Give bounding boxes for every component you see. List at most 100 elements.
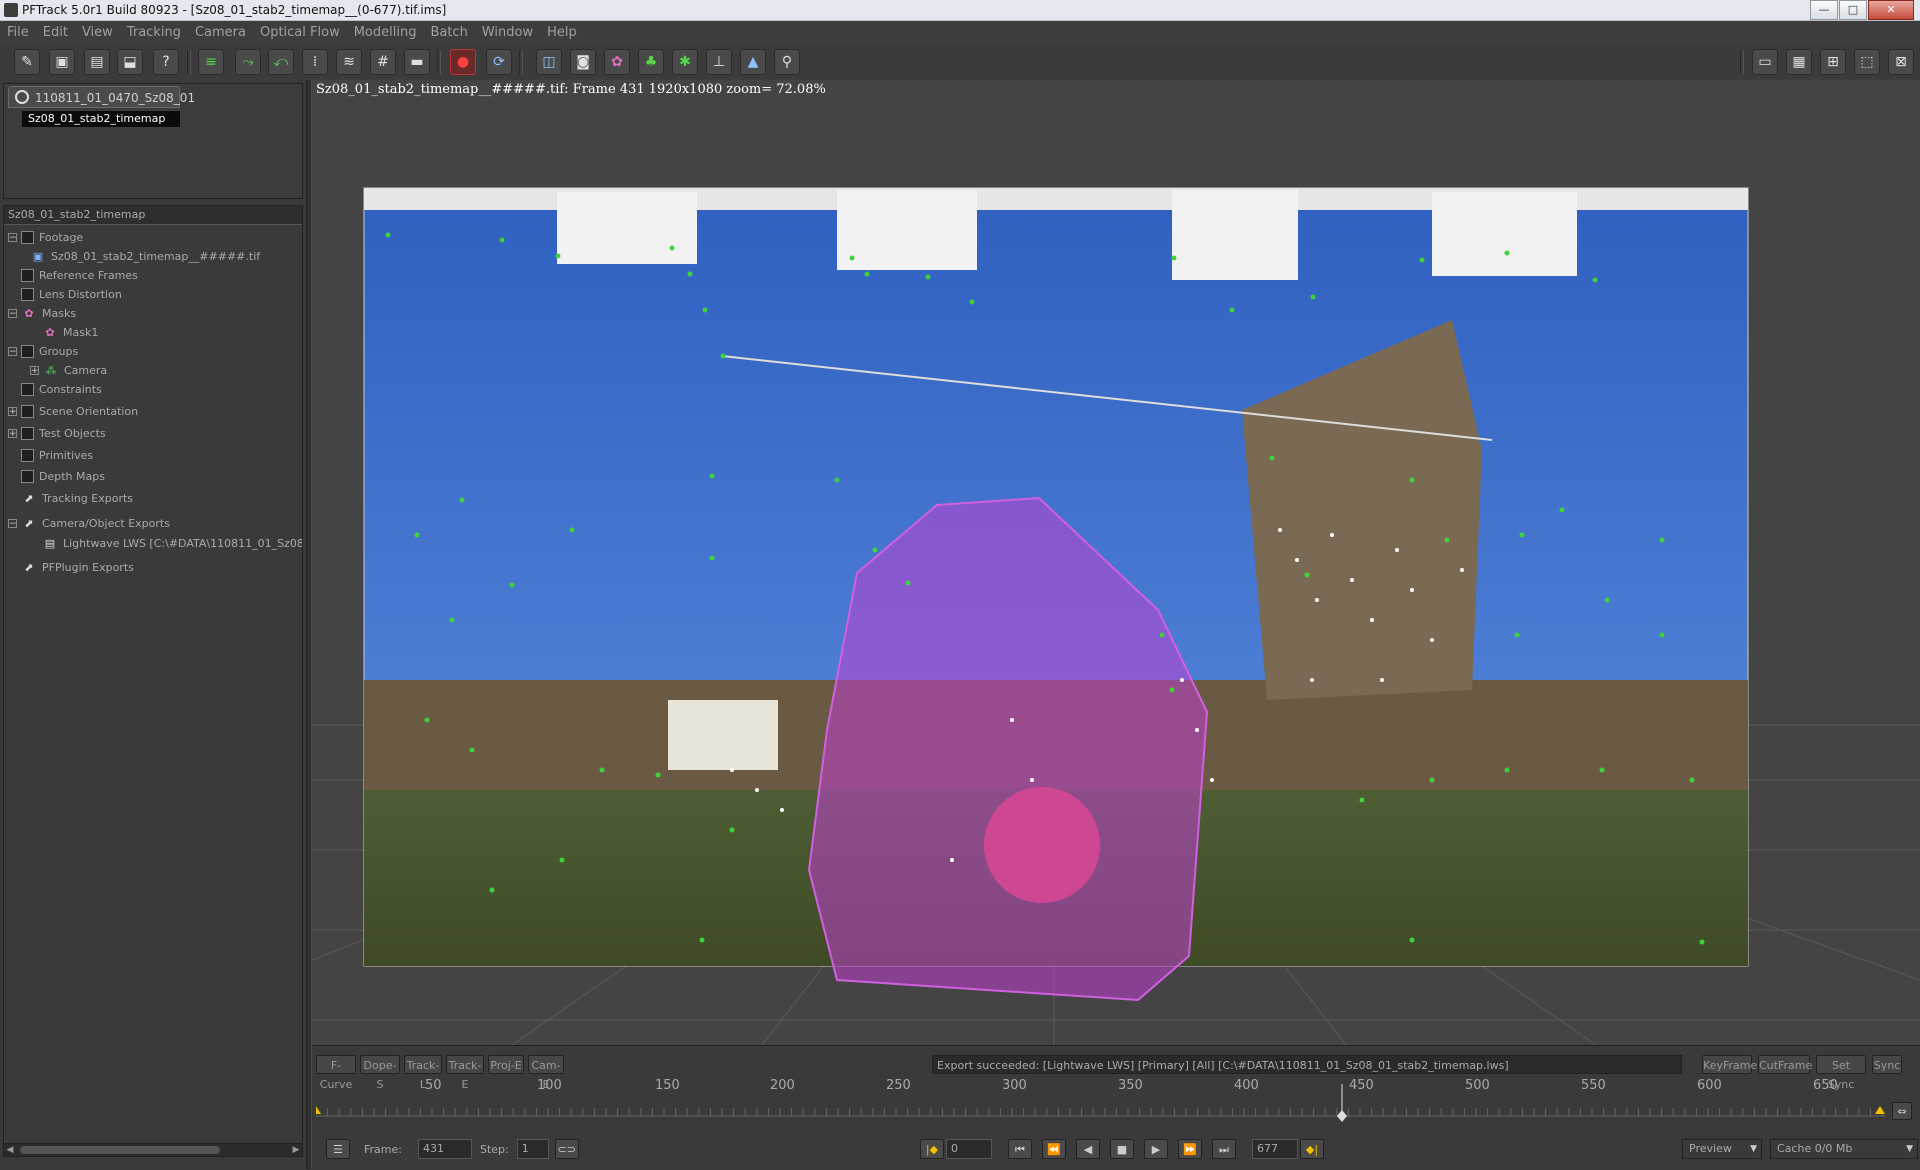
- step-field[interactable]: 1: [516, 1139, 549, 1159]
- link-icon[interactable]: ⊂⊃: [554, 1139, 579, 1159]
- tree-item-test-objects[interactable]: + Test Objects: [8, 424, 106, 442]
- track-fwd-icon[interactable]: ⤳: [235, 49, 261, 75]
- mesh-icon[interactable]: ✱: [672, 49, 698, 75]
- tab-dope-sheet[interactable]: Dope-S: [360, 1055, 400, 1091]
- close-button[interactable]: ✕: [1868, 0, 1914, 20]
- list-icon[interactable]: ☰: [326, 1139, 350, 1159]
- geometry-icon[interactable]: ▲: [740, 49, 766, 75]
- frame-field[interactable]: 431: [417, 1139, 472, 1159]
- set-in-icon[interactable]: |◆: [920, 1139, 944, 1159]
- collapse-icon[interactable]: −: [8, 308, 17, 318]
- expand-icon[interactable]: +: [8, 428, 17, 438]
- scroll-right-icon[interactable]: ▶: [290, 1144, 302, 1156]
- scroll-thumb[interactable]: [20, 1146, 220, 1154]
- maximize-button[interactable]: □: [1839, 0, 1867, 20]
- step-back-icon[interactable]: ⏪: [1042, 1139, 1066, 1159]
- menu-view[interactable]: View: [75, 25, 120, 40]
- expand-icon[interactable]: +: [30, 365, 39, 375]
- menu-edit[interactable]: Edit: [36, 25, 75, 40]
- tree-item-lightwave-export[interactable]: ▤ Lightwave LWS [C:\#DATA\110811_01_Sz08…: [42, 534, 302, 552]
- tree-item-footage[interactable]: − Footage: [8, 228, 83, 246]
- collapse-icon[interactable]: −: [8, 346, 17, 356]
- film-icon[interactable]: ▤: [84, 49, 110, 75]
- fit-icon[interactable]: ⊠: [1888, 49, 1914, 75]
- expand-icon[interactable]: +: [8, 406, 17, 416]
- in-field[interactable]: 0: [946, 1139, 992, 1159]
- tree-item-sequence[interactable]: ▣ Sz08_01_stab2_timemap__#####.tif: [30, 247, 260, 265]
- tree-item-masks[interactable]: − ✿ Masks: [8, 304, 76, 322]
- viewport[interactable]: Sz08_01_stab2_timemap__#####.tif: Frame …: [312, 80, 1920, 1045]
- tree-item-camera[interactable]: + ⁂ Camera: [30, 361, 107, 379]
- tree-item-mask1[interactable]: ✿ Mask1: [42, 323, 98, 341]
- menu-optical-flow[interactable]: Optical Flow: [253, 25, 347, 40]
- frames-icon[interactable]: ▣: [49, 49, 75, 75]
- sync-button[interactable]: Sync: [1872, 1055, 1902, 1074]
- tree-item-pfplugin-exports[interactable]: ⬈ PFPlugin Exports: [21, 558, 133, 576]
- tree-icon[interactable]: ♣: [638, 49, 664, 75]
- menu-help[interactable]: Help: [540, 25, 584, 40]
- tab-cam-e[interactable]: Cam-E: [528, 1055, 564, 1091]
- project-icon[interactable]: ✎: [14, 49, 40, 75]
- tree-item-reference-frames[interactable]: Reference Frames: [21, 266, 138, 284]
- play-reverse-icon[interactable]: ◀: [1076, 1139, 1100, 1159]
- grid-icon[interactable]: #: [370, 49, 396, 75]
- go-end-icon[interactable]: ⏭: [1212, 1139, 1236, 1159]
- menu-camera[interactable]: Camera: [188, 25, 253, 40]
- points-icon[interactable]: ⁞: [302, 49, 328, 75]
- menu-window[interactable]: Window: [475, 25, 540, 40]
- cube-icon[interactable]: ◫: [536, 49, 562, 75]
- tab-f-curve[interactable]: F-Curve: [316, 1055, 356, 1091]
- tree-item-tracking-exports[interactable]: ⬈ Tracking Exports: [21, 489, 133, 507]
- cutframe-button[interactable]: CutFrame: [1758, 1055, 1812, 1074]
- tree-item-primitives[interactable]: Primitives: [21, 446, 93, 464]
- maximize-icon[interactable]: ⬚: [1854, 49, 1880, 75]
- menu-batch[interactable]: Batch: [423, 25, 474, 40]
- selected-clip[interactable]: Sz08_01_stab2_timemap: [22, 111, 180, 127]
- record-icon[interactable]: ●: [450, 49, 476, 75]
- go-start-icon[interactable]: ⏮: [1008, 1139, 1032, 1159]
- tree-scrollbar[interactable]: ◀ ▶: [3, 1143, 303, 1157]
- menu-file[interactable]: File: [0, 25, 36, 40]
- export-icon[interactable]: ⬓: [117, 49, 143, 75]
- tree-item-groups[interactable]: − Groups: [8, 342, 78, 360]
- solve-icon[interactable]: ⟳: [486, 49, 512, 75]
- minimize-button[interactable]: —: [1810, 0, 1838, 20]
- tree-item-camera-object-exports[interactable]: − ⬈ Camera/Object Exports: [8, 514, 170, 532]
- mask-icon[interactable]: ✿: [604, 49, 630, 75]
- menu-tracking[interactable]: Tracking: [120, 25, 188, 40]
- track-icon[interactable]: ≡: [198, 49, 224, 75]
- tree-item-scene-orientation[interactable]: + Scene Orientation: [8, 402, 138, 420]
- axis-icon[interactable]: ⊥: [706, 49, 732, 75]
- camera-icon[interactable]: ◙: [570, 49, 596, 75]
- help-icon[interactable]: ?: [153, 49, 179, 75]
- tab-track-l[interactable]: Track-L: [404, 1055, 442, 1091]
- scroll-left-icon[interactable]: ◀: [4, 1144, 16, 1156]
- cache-dropdown[interactable]: Cache 0/0 Mb ▼: [1770, 1139, 1918, 1159]
- links-icon[interactable]: ≋: [336, 49, 362, 75]
- step-forward-icon[interactable]: ⏩: [1178, 1139, 1202, 1159]
- single-view-icon[interactable]: ▭: [1752, 49, 1778, 75]
- preview-dropdown[interactable]: Preview ▼: [1682, 1139, 1762, 1159]
- out-field[interactable]: 677: [1252, 1139, 1298, 1159]
- clapper-icon[interactable]: ▬: [404, 49, 430, 75]
- set-sync-button[interactable]: Set Sync: [1816, 1055, 1866, 1091]
- grid-view-icon[interactable]: ▦: [1786, 49, 1812, 75]
- tab-track-e[interactable]: Track-E: [446, 1055, 484, 1091]
- clip-tab[interactable]: 110811_01_0470_Sz08_01: [8, 86, 195, 108]
- tree-item-depth-maps[interactable]: Depth Maps: [21, 467, 105, 485]
- fit-range-icon[interactable]: ⇔: [1892, 1102, 1912, 1120]
- tab-proj-e[interactable]: Proj-E: [488, 1055, 524, 1074]
- quad-view-icon[interactable]: ⊞: [1820, 49, 1846, 75]
- tree-item-lens-distortion[interactable]: Lens Distortion: [21, 285, 122, 303]
- track-back-icon[interactable]: ⤺: [268, 49, 294, 75]
- timeline-ruler[interactable]: 50 100 150 200 250 300 350 400 450 500 5…: [311, 1078, 1886, 1128]
- play-icon[interactable]: ▶: [1144, 1139, 1168, 1159]
- collapse-icon[interactable]: −: [8, 518, 17, 528]
- stop-icon[interactable]: ■: [1110, 1139, 1134, 1159]
- pin-icon[interactable]: ⚲: [774, 49, 800, 75]
- collapse-icon[interactable]: −: [8, 232, 17, 242]
- tree-item-constraints[interactable]: Constraints: [21, 380, 102, 398]
- keyframe-button[interactable]: KeyFrame: [1702, 1055, 1757, 1074]
- menu-modelling[interactable]: Modelling: [347, 25, 424, 40]
- set-out-icon[interactable]: ◆|: [1300, 1139, 1324, 1159]
